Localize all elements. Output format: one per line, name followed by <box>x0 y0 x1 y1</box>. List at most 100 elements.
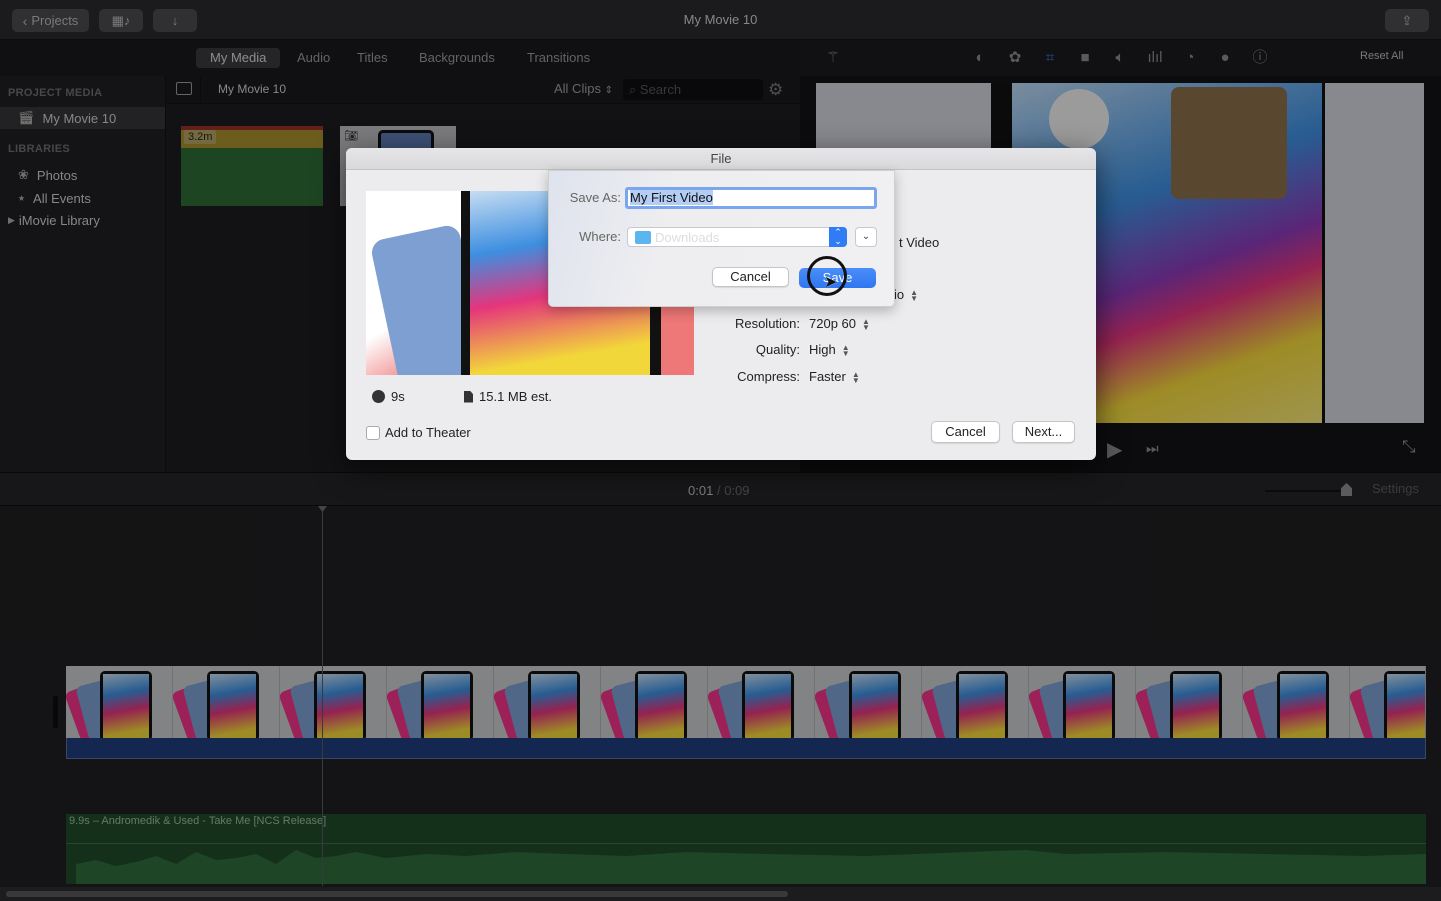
duration-value: 9s <box>391 389 405 404</box>
photos-flower-icon: ❀ <box>18 167 29 182</box>
format-select-partial[interactable]: io ▲ ▼ <box>894 287 918 302</box>
quality-value: High <box>809 342 836 357</box>
horizontal-scrollbar[interactable] <box>0 887 1441 901</box>
timeline-handle[interactable] <box>53 696 58 728</box>
save-as-value: My First Video <box>630 190 713 205</box>
libraries-header: LIBRARIES <box>8 143 70 155</box>
audio-clip[interactable]: 9.9s – Andromedik & Used - Take Me [NCS … <box>66 814 1426 884</box>
video-frame-thumbnail <box>601 666 708 738</box>
compress-select[interactable]: Faster ▲ ▼ <box>809 369 860 384</box>
tab-transitions[interactable]: Transitions <box>513 48 604 68</box>
next-button[interactable]: Next... <box>1012 421 1075 443</box>
gear-icon[interactable]: ⚙ <box>768 80 783 100</box>
settings-button[interactable]: Settings <box>1372 481 1419 496</box>
window-title: My Movie 10 <box>683 12 758 27</box>
imovie-window: ‹ Projects ▦♪ ↓ My Movie 10 ⇪ My Media A… <box>0 0 1441 901</box>
playhead[interactable] <box>322 506 323 886</box>
sidebar-item-project[interactable]: 🎬︎ My Movie 10 <box>0 107 165 129</box>
stabilization-icon[interactable]: ■ <box>1076 49 1094 67</box>
current-time: 0:01 <box>688 483 714 498</box>
stepper-icon: ▲ ▼ <box>851 369 860 385</box>
add-to-theater-checkbox[interactable]: Add to Theater <box>366 425 471 440</box>
tab-titles[interactable]: Titles <box>343 48 402 68</box>
audio-clip-label: 9.9s – Andromedik & Used - Take Me [NCS … <box>69 815 327 827</box>
search-field[interactable]: ⌕ Search <box>623 79 763 100</box>
file-size-value: 15.1 MB est. <box>479 389 552 404</box>
video-frame-thumbnail <box>1243 666 1350 738</box>
project-media-header: PROJECT MEDIA <box>8 87 103 99</box>
timeline-toolbar: 0:01 / 0:09 Settings <box>0 472 1441 506</box>
volume-icon[interactable]: 🔈︎ <box>1111 49 1129 67</box>
stepper-icon: ▲ ▼ <box>910 287 919 303</box>
play-button[interactable]: ▶ <box>1107 437 1122 462</box>
tab-my-media[interactable]: My Media <box>196 48 281 68</box>
color-balance-icon[interactable]: ◐ <box>971 49 989 67</box>
where-value: Downloads <box>655 229 720 245</box>
time-separator: / <box>716 483 721 498</box>
video-frame-thumbnail <box>66 666 173 738</box>
compress-label: Compress: <box>737 369 800 384</box>
magic-wand-icon[interactable]: ⚚ <box>824 49 842 67</box>
skip-forward-button[interactable]: ⏭︎ <box>1146 440 1159 457</box>
where-select[interactable]: Downloads ⌃ ⌄ <box>627 227 847 247</box>
sidebar-item-imovie-library[interactable]: ▶ iMovie Library <box>0 209 165 231</box>
compress-value: Faster <box>809 369 846 384</box>
tab-backgrounds[interactable]: Backgrounds <box>405 48 509 68</box>
chevron-updown-icon: ⌃ ⌄ <box>829 227 847 247</box>
video-frame-thumbnail <box>173 666 280 738</box>
clip-thumbnail-audio[interactable]: 3.2m <box>181 126 323 206</box>
fullscreen-icon[interactable]: ⤡ <box>1402 437 1416 457</box>
zoom-slider-track[interactable] <box>1265 490 1347 492</box>
disclosure-triangle-icon[interactable]: ▶ <box>8 215 15 226</box>
duration-info: 9s <box>372 389 405 404</box>
equalizer-icon[interactable]: ılıl <box>1146 49 1164 67</box>
sidebar-item-all-events[interactable]: ⭑ All Events <box>0 187 165 209</box>
tab-audio[interactable]: Audio <box>283 48 344 68</box>
stepper-icon: ▲ ▼ <box>862 316 870 332</box>
document-icon <box>464 390 473 403</box>
checkbox[interactable] <box>366 425 380 440</box>
dialog-cancel-button[interactable]: Cancel <box>931 421 1000 443</box>
title-bar: ‹ Projects ▦♪ ↓ My Movie 10 ⇪ <box>0 0 1441 40</box>
sidebar-item-photos[interactable]: ❀ Photos <box>0 164 165 186</box>
resolution-select[interactable]: 720p 60 ▲ ▼ <box>809 316 870 331</box>
camera-icon: 📷︎ <box>344 130 358 142</box>
clip-filter-select[interactable]: All Clips ⇕ <box>554 81 613 96</box>
video-frame-thumbnail <box>387 666 494 738</box>
reset-all-button[interactable]: Reset All <box>1360 50 1403 62</box>
stepper-icon: ▲ ▼ <box>841 342 850 358</box>
file-size-info: 15.1 MB est. <box>464 389 552 404</box>
scrollbar-thumb[interactable] <box>6 891 788 897</box>
color-palette-icon[interactable]: ✿ <box>1006 49 1024 67</box>
sheet-cancel-button[interactable]: Cancel <box>712 267 789 287</box>
chevron-updown-icon: ⇕ <box>604 85 613 96</box>
clip-duration: 3.2m <box>184 130 217 144</box>
zoom-slider-thumb[interactable] <box>1341 483 1352 496</box>
audio-waveform <box>76 850 1426 884</box>
sidebar-toggle-icon[interactable] <box>176 82 192 95</box>
video-clip-audio-band[interactable] <box>66 738 1426 759</box>
share-title-partial: t Video <box>899 235 940 250</box>
share-icon: ⇪ <box>1401 12 1413 28</box>
info-icon[interactable]: ⓘ <box>1251 49 1269 67</box>
save-as-label: Save As: <box>569 190 621 205</box>
video-frame-thumbnail <box>815 666 922 738</box>
libraries-sidebar: PROJECT MEDIA 🎬︎ My Movie 10 LIBRARIES ❀… <box>0 76 166 472</box>
quality-select[interactable]: High ▲ ▼ <box>809 342 850 357</box>
speed-icon[interactable]: ◔ <box>1181 49 1199 67</box>
add-to-theater-label: Add to Theater <box>385 425 471 440</box>
crop-icon[interactable]: ⌗ <box>1041 49 1059 67</box>
viewer-toolbar: ⚚ ◐ ✿ ⌗ ■ 🔈︎ ılıl ◔ ● ⓘ Reset All <box>800 40 1441 76</box>
share-button[interactable]: ⇪ <box>1385 9 1429 32</box>
video-frame-thumbnail <box>280 666 387 738</box>
total-time: 0:09 <box>724 483 750 498</box>
expand-sheet-button[interactable]: ⌄ <box>855 227 877 247</box>
sidebar-item-label: All Events <box>33 190 91 206</box>
clip-filter-icon[interactable]: ● <box>1216 49 1234 67</box>
save-as-input[interactable]: My First Video <box>625 187 877 209</box>
resolution-value: 720p 60 <box>809 316 856 331</box>
video-frame-thumbnail <box>1029 666 1136 738</box>
video-frame-thumbnail <box>922 666 1029 738</box>
browser-title: My Movie 10 <box>218 82 287 96</box>
sidebar-item-label: iMovie Library <box>18 212 100 228</box>
